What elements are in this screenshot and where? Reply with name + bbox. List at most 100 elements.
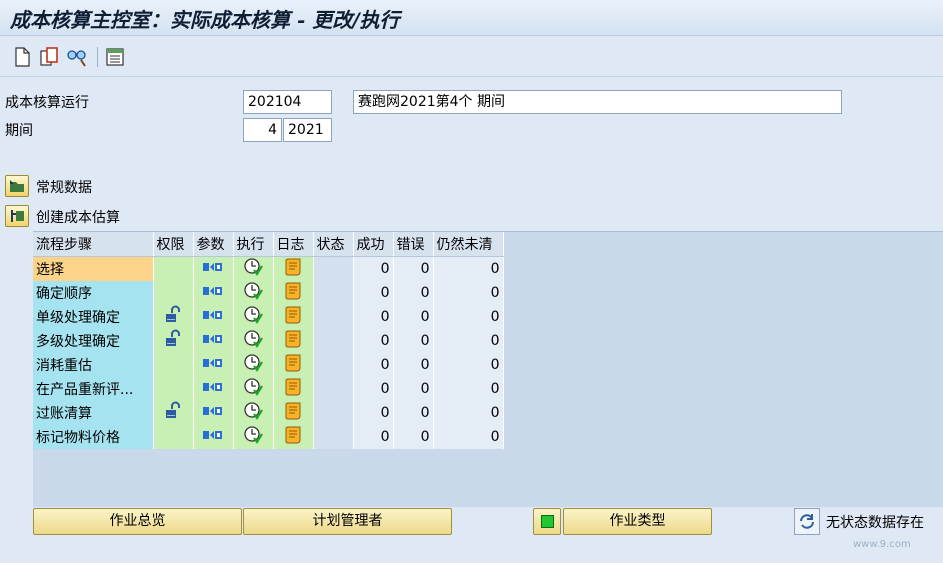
unlock-icon[interactable] (163, 401, 183, 425)
step-cell[interactable]: 选择 (33, 256, 154, 281)
parameters-icon[interactable] (202, 381, 224, 397)
status-cell (313, 328, 354, 353)
params-cell[interactable] (193, 280, 234, 305)
period-field[interactable]: 4 (243, 118, 282, 142)
execute-clock-icon[interactable] (243, 281, 263, 305)
parameters-icon[interactable] (202, 285, 224, 301)
step-cell[interactable]: 标记物料价格 (33, 424, 154, 449)
log-cell[interactable] (273, 328, 314, 353)
step-cell[interactable]: 在产品重新评... (33, 376, 154, 401)
table-row[interactable]: 标记物料价格 0 0 0 (33, 424, 504, 449)
log-cell[interactable] (273, 352, 314, 377)
step-cell[interactable]: 过账清算 (33, 400, 154, 425)
log-scroll-icon[interactable] (283, 354, 303, 376)
list-icon[interactable] (104, 46, 126, 68)
step-cell[interactable]: 确定顺序 (33, 280, 154, 305)
log-scroll-icon[interactable] (283, 426, 303, 448)
log-cell[interactable] (273, 424, 314, 449)
log-cell[interactable] (273, 304, 314, 329)
copy-icon[interactable] (38, 46, 60, 68)
log-cell[interactable] (273, 400, 314, 425)
log-cell[interactable] (273, 376, 314, 401)
open-count: 0 (433, 352, 504, 377)
execute-cell[interactable] (233, 256, 274, 281)
activity-overview-button[interactable]: 作业总览 (33, 508, 242, 535)
table-row[interactable]: 在产品重新评... 0 0 0 (33, 376, 504, 401)
status-cell (313, 352, 354, 377)
parameters-icon[interactable] (202, 333, 224, 349)
authority-cell[interactable] (153, 400, 194, 425)
params-cell[interactable] (193, 400, 234, 425)
execute-cell[interactable] (233, 400, 274, 425)
run-id-field[interactable]: 202104 (243, 90, 332, 114)
step-cell[interactable]: 多级处理确定 (33, 328, 154, 353)
year-field[interactable]: 2021 (283, 118, 332, 142)
table-row[interactable]: 过账清算 0 0 0 (33, 400, 504, 425)
parameters-icon[interactable] (202, 357, 224, 373)
new-document-icon[interactable] (11, 46, 33, 68)
success-count: 0 (353, 352, 394, 377)
table-row[interactable]: 确定顺序 0 0 0 (33, 280, 504, 305)
parameters-icon[interactable] (202, 309, 224, 325)
settings-glasses-icon[interactable] (66, 46, 88, 68)
open-count: 0 (433, 280, 504, 305)
execute-cell[interactable] (233, 328, 274, 353)
parameters-icon[interactable] (202, 429, 224, 445)
log-scroll-icon[interactable] (283, 282, 303, 304)
params-cell[interactable] (193, 256, 234, 281)
step-cell[interactable]: 单级处理确定 (33, 304, 154, 329)
authority-cell (153, 256, 194, 281)
params-cell[interactable] (193, 424, 234, 449)
unlock-icon[interactable] (163, 329, 183, 353)
step-cell[interactable]: 消耗重估 (33, 352, 154, 377)
title-bar: 成本核算主控室：实际成本核算 - 更改/执行 (0, 0, 943, 36)
execute-clock-icon[interactable] (243, 401, 263, 425)
header-success: 成功 (353, 232, 394, 257)
run-description-field[interactable]: 赛跑网2021第4个 期间 (353, 90, 842, 114)
log-scroll-icon[interactable] (283, 258, 303, 280)
create-estimate-toggle[interactable] (5, 205, 29, 227)
execute-clock-icon[interactable] (243, 305, 263, 329)
execute-cell[interactable] (233, 376, 274, 401)
parameters-icon[interactable] (202, 261, 224, 277)
execute-cell[interactable] (233, 280, 274, 305)
folder-expand-icon (11, 210, 24, 222)
period-label: 期间 (5, 123, 33, 139)
log-cell[interactable] (273, 280, 314, 305)
authority-cell[interactable] (153, 328, 194, 353)
params-cell[interactable] (193, 376, 234, 401)
success-count: 0 (353, 256, 394, 281)
planner-button[interactable]: 计划管理者 (243, 508, 452, 535)
log-scroll-icon[interactable] (283, 402, 303, 424)
unlock-icon[interactable] (163, 305, 183, 329)
params-cell[interactable] (193, 352, 234, 377)
refresh-button[interactable] (794, 508, 820, 535)
execute-clock-icon[interactable] (243, 353, 263, 377)
log-scroll-icon[interactable] (283, 330, 303, 352)
execute-cell[interactable] (233, 424, 274, 449)
table-row[interactable]: 多级处理确定 0 0 0 (33, 328, 504, 353)
status-light-button[interactable] (533, 508, 561, 535)
toolbar-separator (97, 47, 98, 67)
params-cell[interactable] (193, 304, 234, 329)
activity-type-button[interactable]: 作业类型 (563, 508, 712, 535)
general-data-toggle[interactable] (5, 175, 29, 197)
execute-clock-icon[interactable] (243, 257, 263, 281)
log-cell[interactable] (273, 256, 314, 281)
table-row[interactable]: 选择 0 0 0 (33, 256, 504, 281)
parameters-icon[interactable] (202, 405, 224, 421)
log-scroll-icon[interactable] (283, 306, 303, 328)
execute-cell[interactable] (233, 352, 274, 377)
execute-cell[interactable] (233, 304, 274, 329)
create-estimate-label: 创建成本估算 (36, 210, 120, 226)
authority-cell[interactable] (153, 304, 194, 329)
header-params: 参数 (193, 232, 234, 257)
execute-clock-icon[interactable] (243, 377, 263, 401)
table-row[interactable]: 单级处理确定 0 0 0 (33, 304, 504, 329)
log-scroll-icon[interactable] (283, 378, 303, 400)
execute-clock-icon[interactable] (243, 329, 263, 353)
success-count: 0 (353, 304, 394, 329)
table-row[interactable]: 消耗重估 0 0 0 (33, 352, 504, 377)
execute-clock-icon[interactable] (243, 425, 263, 449)
params-cell[interactable] (193, 328, 234, 353)
